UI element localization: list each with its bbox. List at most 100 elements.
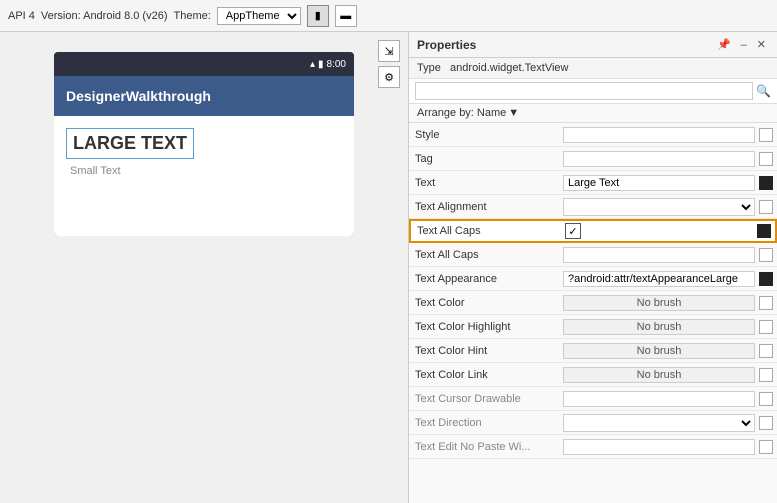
checkbox-wrap: ✓: [565, 223, 753, 239]
text-color-highlight-indicator: [759, 320, 773, 334]
close-icon[interactable]: ✕: [754, 37, 769, 52]
alignment-indicator: [759, 200, 773, 214]
text-input[interactable]: [563, 175, 755, 191]
prop-name-text-alignment: Text Alignment: [409, 198, 559, 216]
prop-row-text-appearance: Text Appearance ?android:attr/textAppear…: [409, 267, 777, 291]
device-status-bar: ▴ ▮ 8:00: [54, 52, 354, 76]
prop-name-text-color-link: Text Color Link: [409, 366, 559, 384]
prop-value-text-direction: [559, 412, 777, 434]
prop-row-style: Style: [409, 123, 777, 147]
prop-value-text-color-link: No brush: [559, 365, 777, 385]
prop-row-text: Text: [409, 171, 777, 195]
time-display: 8:00: [327, 59, 346, 70]
search-icon: 🔍: [756, 84, 771, 98]
prop-name-text-cursor-drawable: Text Cursor Drawable: [409, 390, 559, 408]
large-text-view[interactable]: LARGE TEXT: [66, 128, 194, 159]
prop-value-text-color-hint: No brush: [559, 341, 777, 361]
settings-btn[interactable]: ⚙: [378, 66, 400, 88]
all-caps-indicator: [757, 224, 771, 238]
minimize-icon[interactable]: –: [738, 38, 750, 52]
device-app-bar: DesignerWalkthrough: [54, 76, 354, 116]
device-content: LARGE TEXT Small Text: [54, 116, 354, 236]
text-color-link-indicator: [759, 368, 773, 382]
text-indicator: [759, 176, 773, 190]
text-alignment-dropdown[interactable]: [563, 198, 755, 216]
prop-name-style: Style: [409, 126, 559, 144]
text-appearance-value[interactable]: ?android:attr/textAppearanceLarge: [563, 271, 755, 287]
style-indicator: [759, 128, 773, 142]
battery-icon: ▮: [318, 59, 324, 70]
prop-row-text-all-caps-checkbox: Text All Caps ✓: [409, 219, 777, 243]
prop-name-text-color-hint: Text Color Hint: [409, 342, 559, 360]
prop-name-tag: Tag: [409, 150, 559, 168]
text-direction-indicator: [759, 416, 773, 430]
search-input[interactable]: [415, 82, 753, 100]
text-color-highlight-nobrush[interactable]: No brush: [563, 319, 755, 335]
text-all-caps-checkbox[interactable]: ✓: [565, 223, 581, 239]
prop-row-tag: Tag: [409, 147, 777, 171]
prop-value-text-alignment: [559, 196, 777, 218]
prop-value-tag: [559, 149, 777, 169]
phone-landscape-btn[interactable]: ▬: [335, 5, 357, 27]
prop-value-text-color-highlight: No brush: [559, 317, 777, 337]
type-label: Type: [417, 62, 441, 74]
prop-row-text-color: Text Color No brush: [409, 291, 777, 315]
prop-row-text-edit-no-paste: Text Edit No Paste Wi...: [409, 435, 777, 459]
small-text: Small Text: [66, 165, 342, 177]
zoom-fit-btn[interactable]: ⇲: [378, 40, 400, 62]
header-actions: 📌 – ✕: [714, 37, 769, 52]
status-icons: ▴ ▮ 8:00: [310, 59, 346, 70]
prop-value-text-edit-no-paste: [559, 437, 777, 457]
prop-name-text-edit-no-paste: Text Edit No Paste Wi...: [409, 438, 559, 456]
prop-value-text-appearance: ?android:attr/textAppearanceLarge: [559, 269, 777, 289]
tag-input[interactable]: [563, 151, 755, 167]
properties-panel: Properties 📌 – ✕ Type android.widget.Tex…: [408, 32, 777, 503]
prop-row-text-cursor-drawable: Text Cursor Drawable: [409, 387, 777, 411]
phone-portrait-btn[interactable]: ▮: [307, 5, 329, 27]
text-cursor-drawable-input[interactable]: [563, 391, 755, 407]
api-label: API 4: [8, 10, 35, 22]
version-label: Version: Android 8.0 (v26): [41, 10, 168, 22]
pin-icon[interactable]: 📌: [714, 37, 734, 52]
cursor-drawable-indicator: [759, 392, 773, 406]
text-edit-no-paste-input[interactable]: [563, 439, 755, 455]
search-row: 🔍: [409, 79, 777, 104]
prop-row-text-direction: Text Direction: [409, 411, 777, 435]
prop-value-text-cursor-drawable: [559, 389, 777, 409]
arrange-row[interactable]: Arrange by: Name ▼: [409, 104, 777, 123]
prop-value-text-all-caps-2: [559, 245, 777, 265]
type-row: Type android.widget.TextView: [409, 58, 777, 79]
text-color-nobrush[interactable]: No brush: [563, 295, 755, 311]
text-all-caps-input[interactable]: [563, 247, 755, 263]
prop-row-text-color-hint: Text Color Hint No brush: [409, 339, 777, 363]
design-panel: ⇲ ⚙ ▴ ▮ 8:00 DesignerWalkthrough LARGE T…: [0, 32, 408, 503]
device-frame: ▴ ▮ 8:00 DesignerWalkthrough LARGE TEXT …: [54, 52, 354, 236]
appearance-indicator: [759, 272, 773, 286]
prop-name-text-appearance: Text Appearance: [409, 270, 559, 288]
prop-name-text-direction: Text Direction: [409, 414, 559, 432]
text-color-hint-nobrush[interactable]: No brush: [563, 343, 755, 359]
theme-dropdown[interactable]: AppTheme: [217, 7, 301, 25]
prop-name-text: Text: [409, 174, 559, 192]
text-color-hint-indicator: [759, 344, 773, 358]
props-table: Style Tag Text: [409, 123, 777, 503]
prop-row-text-color-link: Text Color Link No brush: [409, 363, 777, 387]
all-caps-2-indicator: [759, 248, 773, 262]
prop-value-text-all-caps-cb: ✓: [561, 221, 775, 241]
app-title: DesignerWalkthrough: [66, 88, 211, 104]
main-content: ⇲ ⚙ ▴ ▮ 8:00 DesignerWalkthrough LARGE T…: [0, 32, 777, 503]
design-toolbar: ⇲ ⚙: [378, 40, 400, 88]
style-input[interactable]: [563, 127, 755, 143]
arrange-label: Arrange by: Name: [417, 107, 506, 119]
theme-label: Theme:: [173, 10, 210, 22]
prop-value-text: [559, 173, 777, 193]
prop-name-text-color: Text Color: [409, 294, 559, 312]
type-value: android.widget.TextView: [450, 62, 568, 74]
prop-name-text-all-caps-cb: Text All Caps: [411, 222, 561, 240]
text-color-link-nobrush[interactable]: No brush: [563, 367, 755, 383]
prop-name-text-color-highlight: Text Color Highlight: [409, 318, 559, 336]
text-direction-dropdown[interactable]: [563, 414, 755, 432]
text-color-indicator: [759, 296, 773, 310]
arrange-chevron-icon: ▼: [508, 107, 519, 119]
properties-header: Properties 📌 – ✕: [409, 32, 777, 58]
